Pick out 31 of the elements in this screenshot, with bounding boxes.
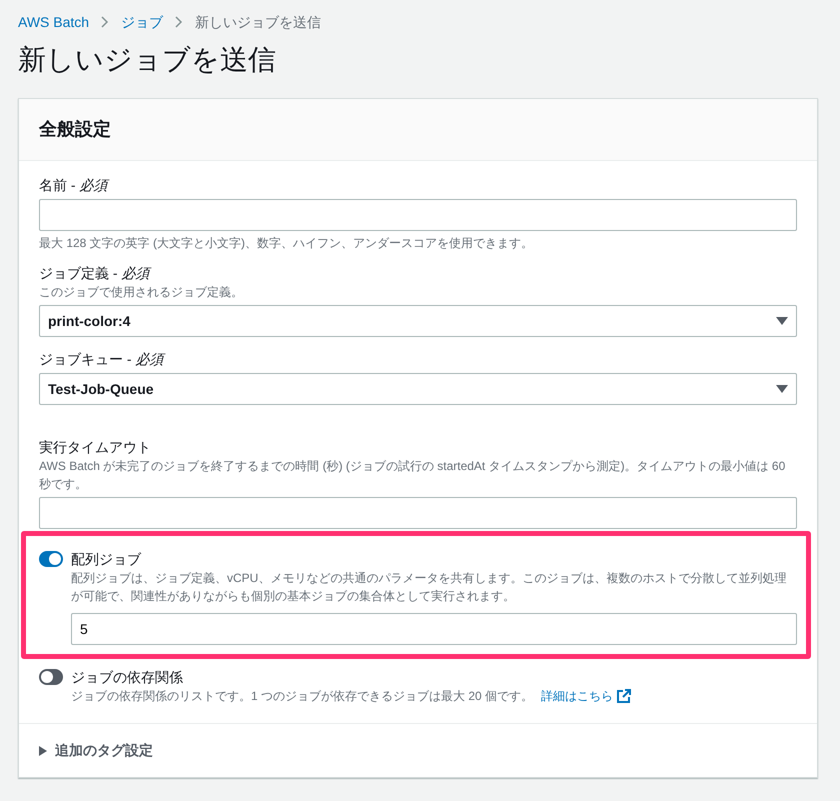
dropdown[interactable]: Test-Job-Queue	[39, 373, 797, 405]
toggle-description: 配列ジョブは、ジョブ定義、vCPU、メモリなどの共通のパラメータを共有します。このジョブは、複数のホストで分散して並列処理が可能で、関連性がありながらも個別の基本ジョブの集合体として実行されます。	[71, 570, 788, 605]
breadcrumb-link[interactable]: AWS Batch	[18, 12, 90, 32]
toggle-label: 配列ジョブ	[71, 550, 142, 569]
chevron-right-icon	[175, 16, 184, 28]
chevron-right-icon	[101, 16, 110, 28]
caret-icon	[39, 746, 47, 756]
panel-title: 全般設定	[39, 118, 111, 141]
field-description: このジョブで使用されるジョブ定義。	[39, 284, 244, 301]
toggle-switch[interactable]	[39, 669, 63, 685]
caret-icon	[776, 385, 788, 393]
toggle-label: ジョブの依存関係	[71, 668, 184, 687]
toggle-switch[interactable]	[39, 551, 63, 567]
breadcrumb-current: 新しいジョブを送信	[195, 12, 322, 32]
input-field[interactable]	[39, 199, 797, 231]
field-label: ジョブ定義 - 必須	[39, 264, 152, 283]
page-title: 新しいジョブを送信	[18, 43, 277, 77]
caret-icon	[776, 317, 788, 325]
expand-section-toggle[interactable]: 追加のタグ設定	[39, 740, 153, 761]
learn-more-link[interactable]: 詳細はこちら	[541, 687, 632, 705]
input-field[interactable]	[39, 497, 797, 529]
toggle-description: ジョブの依存関係のリストです。1 つのジョブが依存できるジョブは最大 20 個です。	[71, 688, 534, 705]
field-description: AWS Batch が未完了のジョブを終了するまでの時間 (秒) (ジョブの試行の startedAt タイムスタンプから測定)。タイムアウトの最小値は 60 秒です。	[39, 458, 786, 493]
dropdown[interactable]: print-color:4	[39, 305, 797, 337]
input-field[interactable]: 5	[71, 613, 797, 645]
field-label: 実行タイムアウト	[39, 438, 152, 457]
breadcrumb-link[interactable]: ジョブ	[121, 12, 164, 32]
field-hint: 最大 128 文字の英字 (大文字と小文字)、数字、ハイフン、アンダースコアを使用できます。	[39, 235, 534, 251]
field-label: ジョブキュー - 必須	[39, 350, 166, 369]
field-label: 名前 - 必須	[39, 176, 110, 195]
external-link-icon	[617, 689, 632, 703]
